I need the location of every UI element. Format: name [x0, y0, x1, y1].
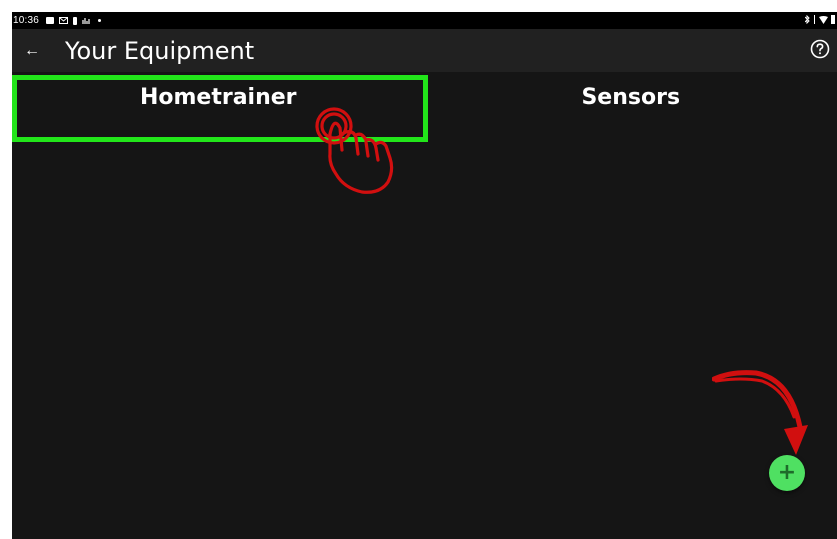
tab-label: Hometrainer	[139, 84, 297, 110]
bluetooth-icon	[804, 14, 810, 27]
status-notification-icons	[46, 16, 102, 25]
tab-sensors[interactable]: Sensors	[425, 72, 837, 146]
photo-icon	[46, 17, 55, 24]
mail-icon	[59, 17, 69, 24]
red-arrow-annotation	[711, 367, 812, 472]
help-button[interactable]	[809, 39, 831, 64]
tab-hometrainer[interactable]: Hometrainer	[12, 72, 425, 146]
device-screen: 10:36 ← Your Equipment Hometrainer Senso…	[12, 12, 837, 539]
battery-saver-icon	[73, 16, 78, 25]
status-bar: 10:36	[12, 12, 837, 29]
back-arrow-icon: ←	[24, 41, 40, 59]
page-title: Your Equipment	[65, 36, 255, 65]
dot-icon	[98, 19, 102, 22]
add-equipment-button[interactable]: +	[769, 455, 805, 491]
battery-icon	[831, 15, 835, 27]
tab-label: Sensors	[581, 84, 681, 110]
equipment-tabs: Hometrainer Sensors	[12, 72, 837, 146]
status-time: 10:36	[13, 15, 40, 26]
back-button[interactable]: ←	[12, 29, 52, 72]
status-system-icons	[804, 14, 835, 27]
help-circle-icon	[810, 39, 830, 64]
vpn-icon	[82, 17, 90, 25]
plus-icon: +	[777, 460, 797, 485]
wifi-icon	[819, 15, 828, 27]
signal-icon	[813, 15, 816, 27]
app-bar: ← Your Equipment	[12, 29, 837, 72]
